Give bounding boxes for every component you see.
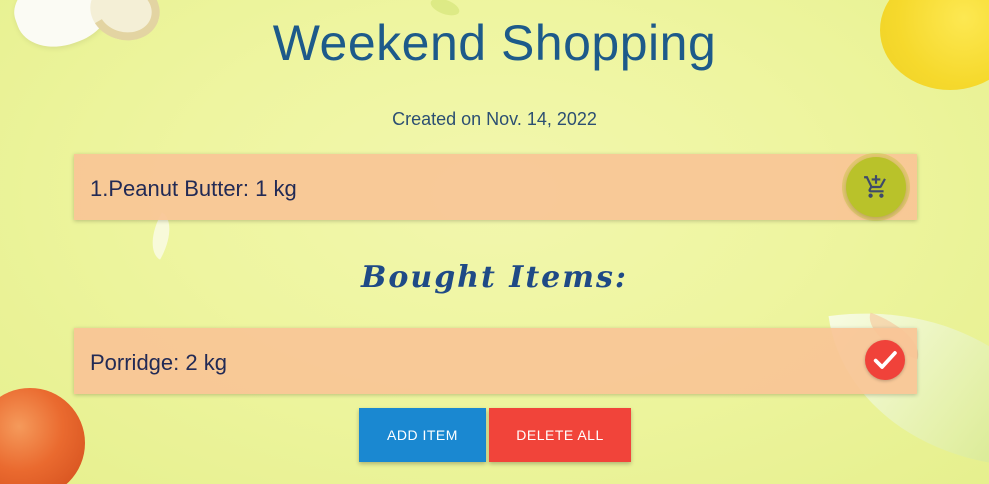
check-icon — [873, 351, 897, 369]
add-to-cart-icon — [864, 175, 886, 198]
bought-item-label: Porridge: 2 kg — [90, 350, 227, 375]
bought-check-button[interactable] — [865, 340, 905, 380]
add-item-button[interactable]: ADD ITEM — [359, 408, 486, 462]
bought-items-heading: Bought Items: — [361, 260, 628, 295]
list-item: 1.Peanut Butter: 1 kg — [74, 154, 927, 360]
bought-item: Porridge: 2 kg — [74, 328, 917, 394]
tomato-decoration — [0, 388, 85, 484]
add-to-cart-button[interactable] — [846, 157, 906, 217]
list-item-label: 1.Peanut Butter: 1 kg — [90, 176, 297, 201]
created-date: Created on Nov. 14, 2022 — [392, 109, 597, 129]
delete-all-button[interactable]: DELETE ALL — [489, 408, 631, 462]
page-title: Weekend Shopping — [272, 15, 717, 71]
